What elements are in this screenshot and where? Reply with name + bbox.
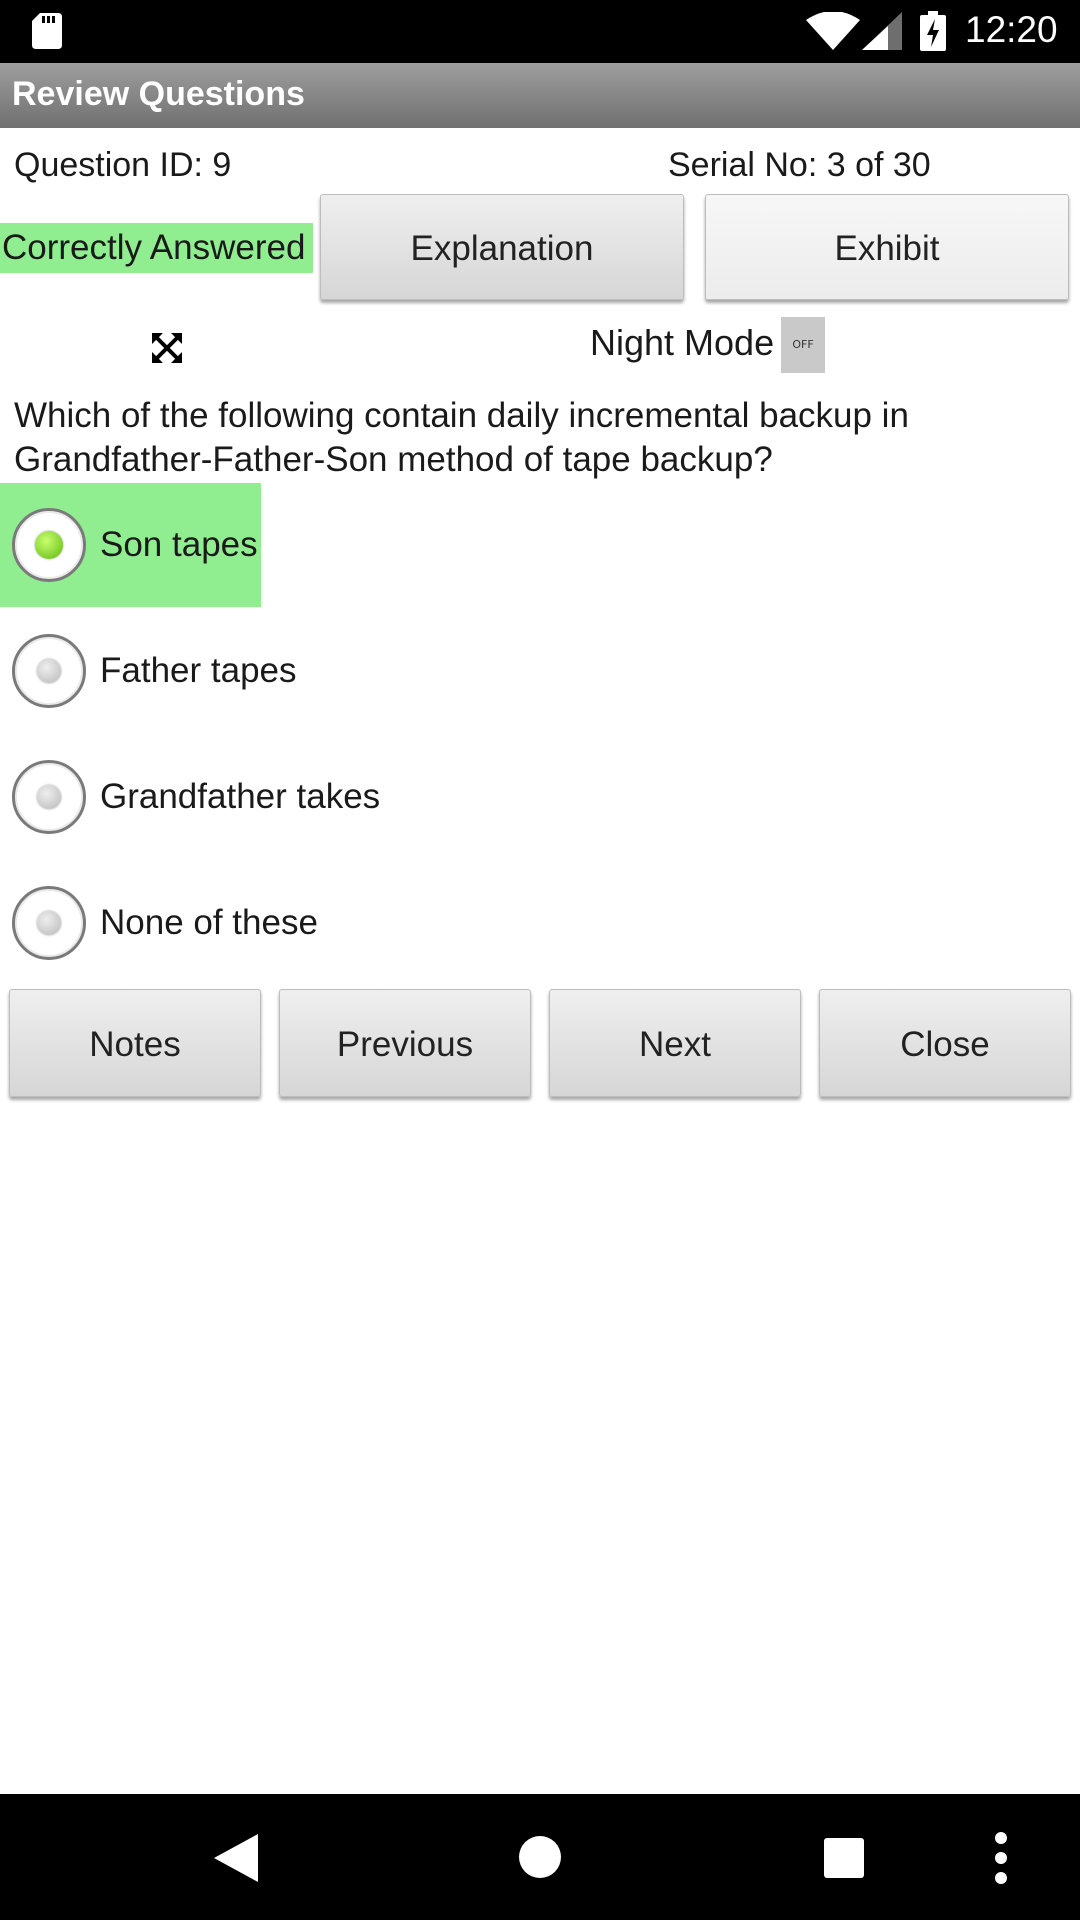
radio-button[interactable] [12,634,86,708]
exhibit-button[interactable]: Exhibit [705,194,1069,300]
status-badge: Correctly Answered [0,223,313,273]
radio-button[interactable] [12,760,86,834]
wifi-icon [806,12,860,50]
app-title-bar: Review Questions [0,63,1080,128]
battery-charging-icon [920,11,946,51]
option-label: Son tapes [100,525,258,564]
night-mode-label: Night Mode [590,322,775,363]
question-text: Which of the following contain daily inc… [14,396,909,479]
home-icon[interactable] [519,1836,561,1878]
radio-button-selected[interactable] [12,508,86,582]
option-father-tapes[interactable]: Father tapes [0,609,297,733]
cellular-signal-icon [862,12,902,50]
status-bar: 12:20 [0,0,1080,63]
option-label: Father tapes [100,651,297,690]
recent-apps-icon[interactable] [824,1838,864,1878]
sd-card-icon [32,13,62,49]
page-title: Review Questions [12,75,305,113]
option-son-tapes[interactable]: Son tapes [0,483,261,607]
question-id-label: Question ID: 9 [14,146,232,184]
explanation-button[interactable]: Explanation [320,194,684,300]
close-button[interactable]: Close [819,989,1071,1097]
serial-number-label: Serial No: 3 of 30 [668,146,931,184]
back-icon[interactable] [214,1834,258,1882]
status-clock: 12:20 [965,9,1058,50]
option-grandfather-takes[interactable]: Grandfather takes [0,735,380,859]
previous-button[interactable]: Previous [279,989,531,1097]
system-navigation-bar [0,1794,1080,1920]
radio-button[interactable] [12,886,86,960]
night-mode-toggle[interactable]: OFF [781,317,825,373]
notes-button[interactable]: Notes [9,989,261,1097]
option-none-of-these[interactable]: None of these [0,861,318,985]
overflow-menu-icon[interactable] [994,1832,1008,1884]
fullscreen-expand-icon[interactable] [152,333,182,363]
next-button[interactable]: Next [549,989,801,1097]
option-label: None of these [100,903,318,942]
option-label: Grandfather takes [100,777,381,816]
